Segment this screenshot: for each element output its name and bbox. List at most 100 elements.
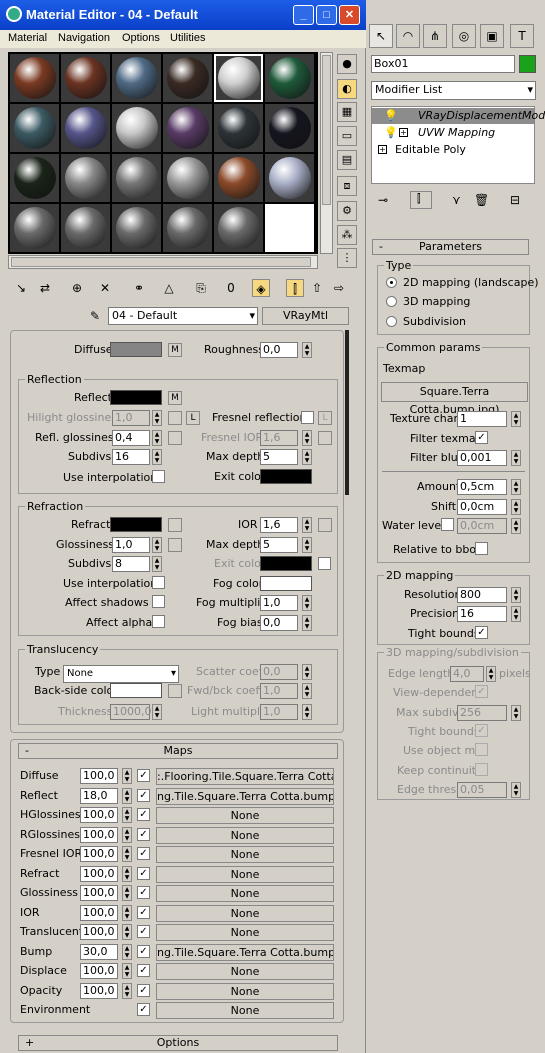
map-amount-spinner[interactable]: ▲ ▼: [122, 982, 132, 999]
material-slot[interactable]: [112, 204, 161, 252]
thickness-spinner[interactable]: ▲ ▼: [152, 704, 162, 720]
refraction-glossiness-map-button[interactable]: [168, 538, 182, 552]
filter-blur-spinner[interactable]: ▲ ▼: [511, 450, 521, 466]
shift-spinner[interactable]: ▲ ▼: [511, 499, 521, 515]
ior-input[interactable]: 1,6: [260, 517, 298, 533]
edge-length-spinner[interactable]: ▲ ▼: [486, 666, 496, 682]
use-object-mtl-checkbox[interactable]: [475, 743, 488, 756]
show-map-in-viewport-icon[interactable]: ◈: [252, 279, 270, 297]
slot-vertical-scrollbar[interactable]: [320, 52, 333, 254]
map-amount-input[interactable]: 100,0: [80, 924, 118, 940]
hierarchy-tab-icon[interactable]: ⋔: [423, 24, 447, 48]
select-by-material-icon[interactable]: ⁂: [337, 225, 357, 245]
material-slot[interactable]: [265, 154, 314, 202]
material-slot[interactable]: [214, 104, 263, 152]
pin-stack-icon[interactable]: ⊸: [378, 193, 388, 207]
water-level-checkbox[interactable]: [441, 518, 454, 531]
maps-rollout-header[interactable]: - Maps: [18, 743, 338, 759]
ior-map-button[interactable]: [318, 518, 332, 532]
map-enable-checkbox[interactable]: ✓: [137, 886, 150, 899]
material-slot[interactable]: [112, 54, 161, 102]
options-icon[interactable]: ⚙: [337, 201, 357, 221]
tight-bounds-3d-checkbox[interactable]: ✓: [475, 724, 488, 737]
pick-material-icon[interactable]: ✎: [86, 307, 104, 325]
map-amount-spinner[interactable]: ▲ ▼: [122, 787, 132, 804]
remove-modifier-icon[interactable]: 🗑: [474, 193, 489, 207]
fog-bias-spinner[interactable]: ▲ ▼: [302, 615, 312, 631]
material-slot[interactable]: [163, 54, 212, 102]
fwd-bck-coeff-spinner[interactable]: ▲ ▼: [302, 683, 312, 699]
object-name-input[interactable]: Box01: [371, 55, 515, 73]
lightbulb-icon[interactable]: 💡: [384, 126, 398, 139]
map-enable-checkbox[interactable]: ✓: [137, 1003, 150, 1016]
amount-spinner[interactable]: ▲ ▼: [511, 479, 521, 495]
backlight-icon[interactable]: ◐: [337, 79, 357, 99]
material-slot[interactable]: [10, 204, 59, 252]
map-amount-spinner[interactable]: ▲ ▼: [122, 904, 132, 921]
material-slot[interactable]: [112, 154, 161, 202]
amount-input[interactable]: 0,5cm: [457, 479, 507, 495]
map-slot-button[interactable]: None: [156, 807, 334, 824]
max-subdivs-input[interactable]: 256: [457, 705, 507, 721]
material-slot[interactable]: [265, 204, 314, 252]
map-enable-checkbox[interactable]: ✓: [137, 847, 150, 860]
fog-multiplier-spinner[interactable]: ▲ ▼: [302, 595, 312, 611]
map-amount-spinner[interactable]: ▲ ▼: [122, 865, 132, 882]
make-unique-icon[interactable]: △: [160, 279, 178, 297]
hilight-map-button[interactable]: [168, 411, 182, 425]
resolution-spinner[interactable]: ▲ ▼: [511, 587, 521, 603]
reflection-subdivs-input[interactable]: 16: [112, 449, 150, 465]
map-enable-checkbox[interactable]: ✓: [137, 944, 150, 958]
reset-map-icon[interactable]: ✕: [96, 279, 114, 297]
material-slot[interactable]: [265, 54, 314, 102]
map-enable-checkbox[interactable]: ✓: [137, 769, 150, 782]
reflection-exit-color-swatch[interactable]: [260, 469, 312, 484]
fresnel-ior-map-button[interactable]: [318, 431, 332, 445]
map-enable-checkbox[interactable]: ✓: [137, 964, 150, 977]
expand-icon[interactable]: +: [378, 145, 387, 154]
filter-blur-input[interactable]: 0,001: [457, 450, 507, 466]
make-unique-icon[interactable]: ⋎: [452, 193, 461, 207]
fresnel-ior-spinner[interactable]: ▲ ▼: [302, 430, 312, 446]
material-effects-channel-icon[interactable]: 0: [222, 279, 240, 297]
map-amount-spinner[interactable]: ▲ ▼: [122, 846, 132, 862]
reflection-use-interpolation-checkbox[interactable]: [152, 470, 165, 483]
put-material-to-scene-icon[interactable]: ⇄: [36, 279, 54, 297]
map-amount-spinner[interactable]: ▲ ▼: [122, 943, 132, 960]
material-map-navigator-icon[interactable]: ⋮: [337, 248, 357, 268]
map-amount-input[interactable]: 30,0: [80, 943, 118, 960]
thickness-input[interactable]: 1000,0: [110, 704, 152, 720]
slot-horizontal-scrollbar[interactable]: [8, 255, 318, 269]
map-amount-input[interactable]: 100,0: [80, 768, 118, 784]
keep-continuity-checkbox[interactable]: [475, 763, 488, 776]
fwd-bck-coeff-input[interactable]: 1,0: [260, 683, 298, 699]
fog-color-swatch[interactable]: [260, 576, 312, 591]
modifier-list-dropdown[interactable]: Modifier List ▾: [371, 81, 536, 100]
radio-2d-mapping[interactable]: [386, 277, 397, 288]
refraction-exit-color-checkbox[interactable]: [318, 557, 331, 570]
texture-chan-spinner[interactable]: ▲ ▼: [511, 411, 521, 427]
map-slot-button[interactable]: None: [156, 982, 334, 1000]
radio-3d-mapping[interactable]: [386, 296, 397, 307]
scatter-coeff-spinner[interactable]: ▲ ▼: [302, 664, 312, 680]
utilities-tab-icon[interactable]: T: [510, 24, 534, 48]
map-amount-input[interactable]: 100,0: [80, 826, 118, 843]
filter-texmap-checkbox[interactable]: ✓: [475, 431, 488, 444]
map-amount-spinner[interactable]: ▲ ▼: [122, 963, 132, 979]
shift-input[interactable]: 0,0cm: [457, 499, 507, 515]
map-amount-input[interactable]: 100,0: [80, 865, 118, 882]
material-slot[interactable]: [61, 54, 110, 102]
reflect-swatch[interactable]: [110, 390, 162, 405]
tight-bounds-checkbox[interactable]: ✓: [475, 626, 488, 639]
map-enable-checkbox[interactable]: ✓: [137, 983, 150, 997]
material-slot[interactable]: [61, 204, 110, 252]
refl-glossiness-spinner[interactable]: ▲ ▼: [152, 430, 162, 446]
map-slot-button[interactable]: None: [156, 826, 334, 844]
map-slot-button[interactable]: ng.Tile.Square.Terra Cotta.bump.jpg): [156, 787, 334, 805]
material-slot[interactable]: [10, 104, 59, 152]
refraction-exit-color-swatch[interactable]: [260, 556, 312, 571]
create-tab-icon[interactable]: ↖: [369, 24, 393, 48]
material-slot[interactable]: [163, 154, 212, 202]
map-enable-checkbox[interactable]: ✓: [137, 827, 150, 841]
minimize-button[interactable]: _: [293, 5, 314, 25]
